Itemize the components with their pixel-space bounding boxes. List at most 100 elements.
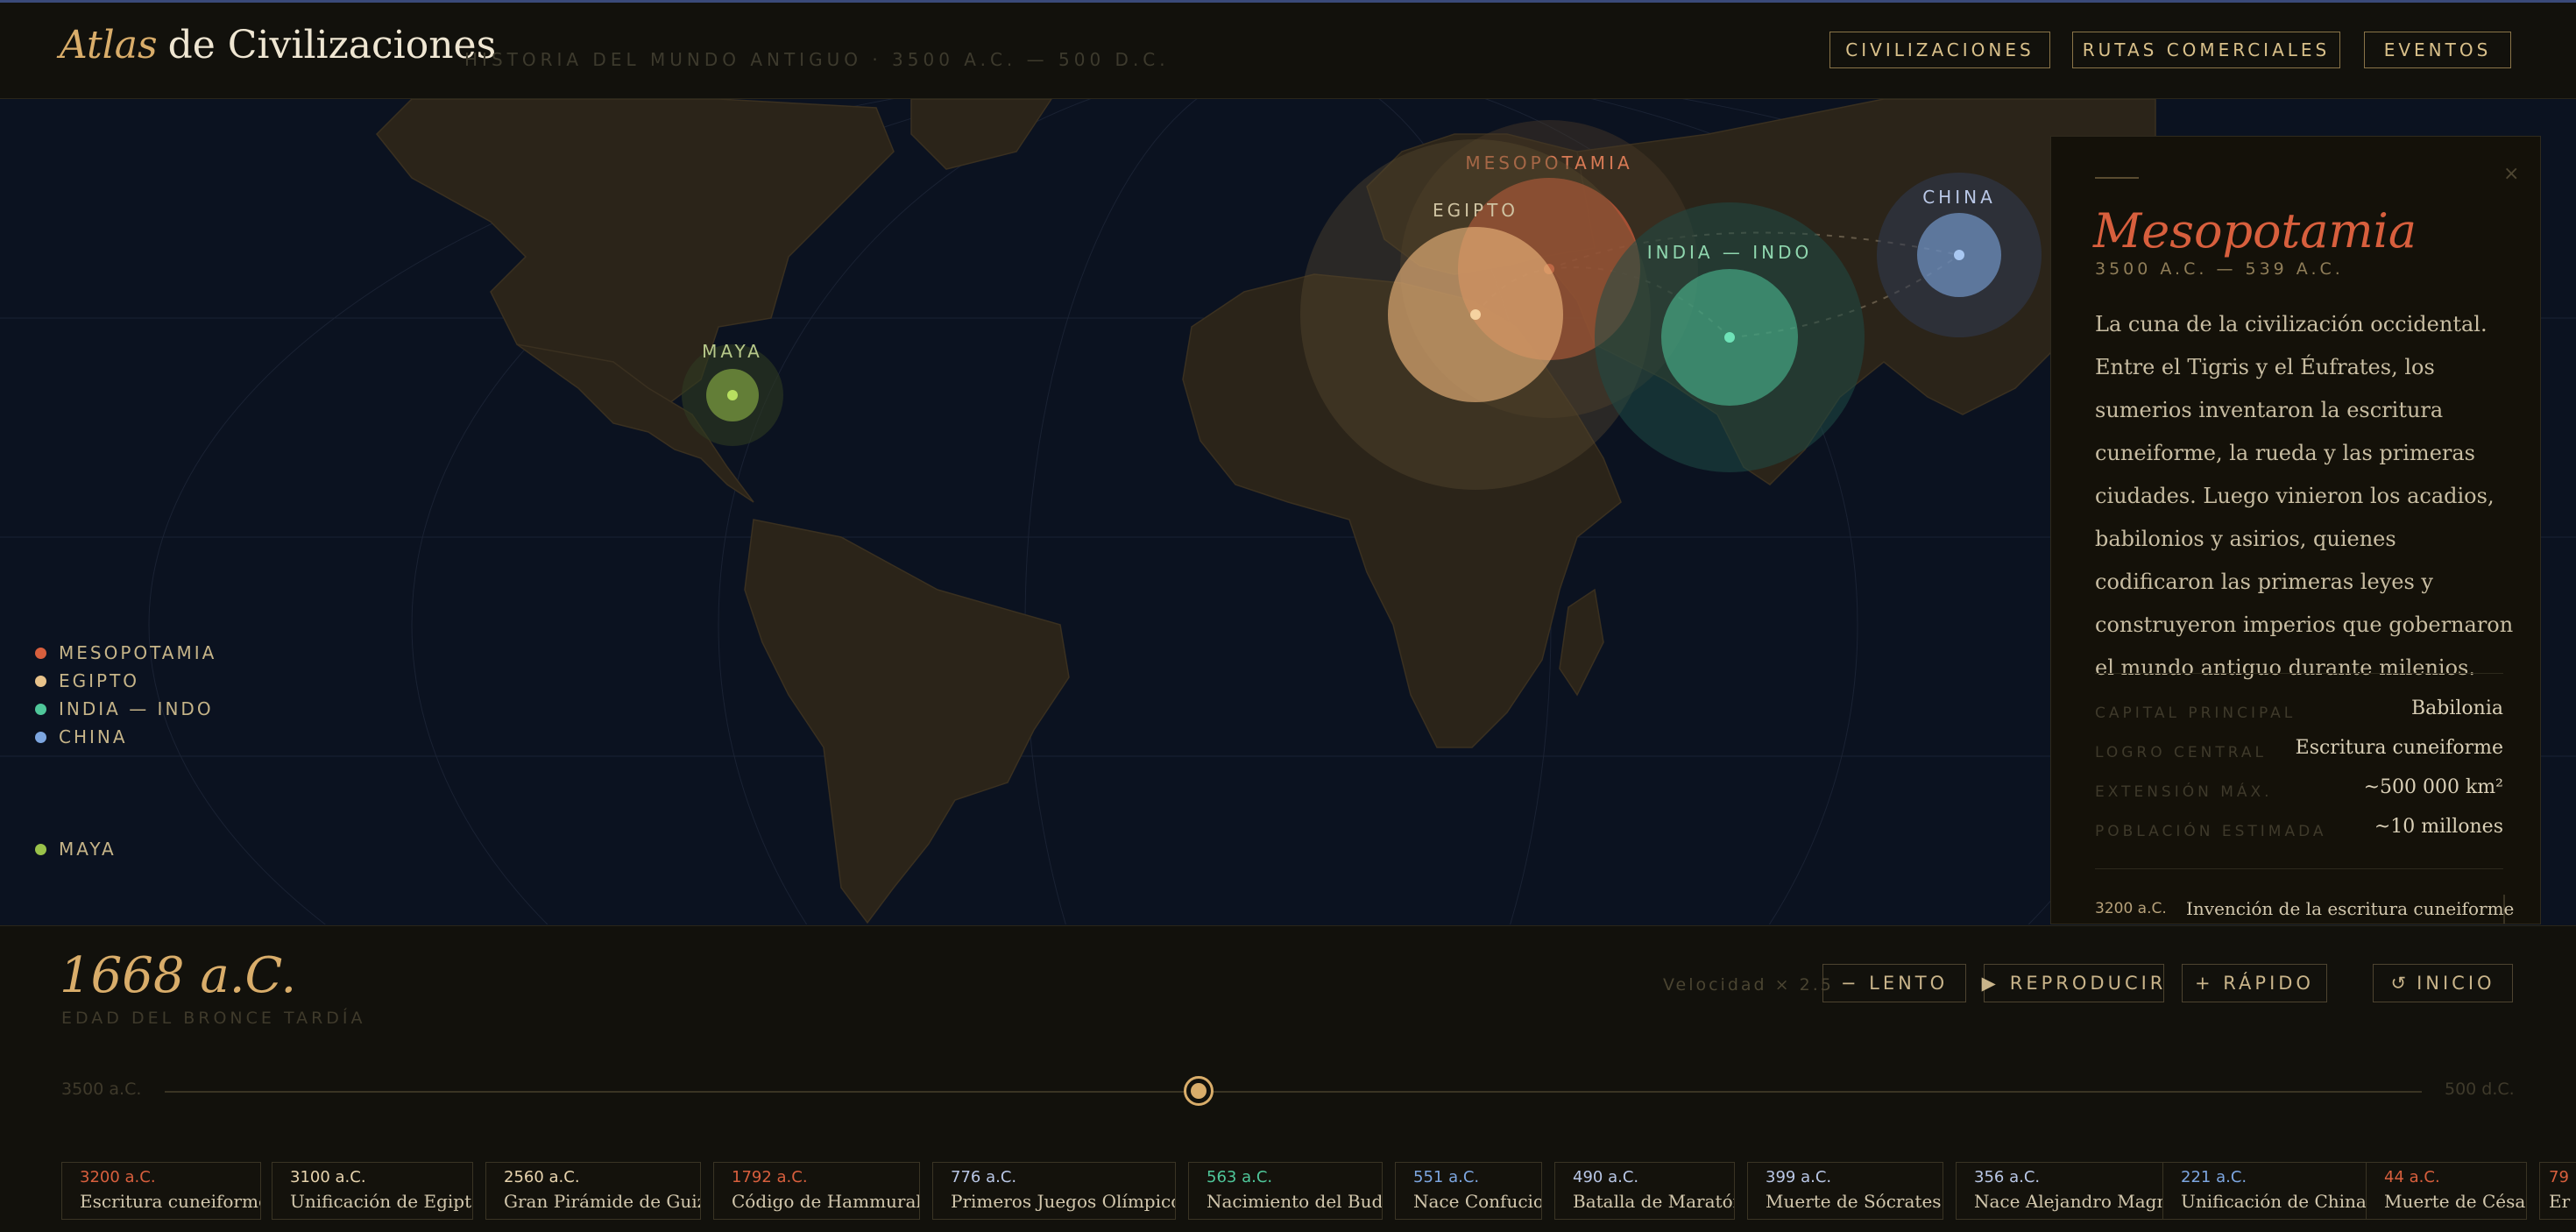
app-header: Atlas de Civilizaciones HISTORIA DEL MUND… xyxy=(0,0,2576,99)
event-card-year: 221 a.C. xyxy=(2181,1168,2247,1186)
stat-value: ~10 millones xyxy=(2374,816,2503,838)
event-card-year: 490 a.C. xyxy=(1573,1168,1639,1186)
playback-controls: 1668 a.C. EDAD DEL BRONCE TARDÍA Velocid… xyxy=(0,925,2576,1041)
event-card-year: 551 a.C. xyxy=(1413,1168,1480,1186)
civ-china[interactable]: CHINA xyxy=(1877,173,2042,337)
event-card-title: Primeros Juegos Olímpicos xyxy=(951,1191,1176,1212)
legend-label: INDIA — INDO xyxy=(59,698,214,719)
stat-value: Escritura cuneiforme xyxy=(2295,737,2503,759)
slow-button[interactable]: − LENTO xyxy=(1822,964,1966,1002)
legend-dot xyxy=(35,647,46,659)
event-card[interactable]: 490 a.C. Batalla de Maratón xyxy=(1554,1162,1735,1220)
event-card-title: Gran Pirámide de Guiza xyxy=(504,1191,701,1212)
event-card[interactable]: 3200 a.C. Escritura cuneiforme xyxy=(61,1162,261,1220)
play-icon: ▶ xyxy=(1981,973,1999,994)
nav-rutas-comerciales-button[interactable]: RUTAS COMERCIALES xyxy=(2072,32,2340,68)
event-card-title: Muerte de César xyxy=(2384,1191,2527,1212)
logo-title: de Civilizaciones xyxy=(167,23,497,67)
logo-atlas: Atlas xyxy=(60,23,158,67)
civ-label-egipto: EGIPTO xyxy=(1433,200,1518,221)
event-card[interactable]: 1792 a.C. Código de Hammurabi xyxy=(713,1162,920,1220)
legend-label: CHINA xyxy=(59,726,128,747)
nav-eventos-button[interactable]: EVENTOS xyxy=(2364,32,2511,68)
event-card-title: Er xyxy=(2549,1191,2571,1212)
fast-button[interactable]: + RÁPIDO xyxy=(2182,964,2327,1002)
timeline-handle-dot xyxy=(1190,1083,1207,1099)
speed-indicator: Velocidad × 2.5 xyxy=(1663,975,1834,995)
event-card[interactable]: 356 a.C. Nace Alejandro Magno xyxy=(1956,1162,2168,1220)
panel-divider xyxy=(2095,673,2503,674)
legend-dot xyxy=(35,843,46,855)
close-icon[interactable]: × xyxy=(2503,163,2519,185)
reset-label: INICIO xyxy=(2417,973,2495,994)
reset-button[interactable]: ↺ INICIO xyxy=(2373,964,2513,1002)
legend-dot xyxy=(35,675,46,687)
legend-item-india[interactable]: INDIA — INDO xyxy=(35,698,214,719)
event-card-year: 2560 a.C. xyxy=(504,1168,580,1186)
reset-icon: ↺ xyxy=(2390,973,2410,994)
event-card[interactable]: 79 Er xyxy=(2539,1162,2576,1220)
stat-capital: CAPITAL PRINCIPAL Babilonia xyxy=(2095,697,2503,733)
panel-accent-line xyxy=(2095,177,2139,179)
civilization-detail-panel: × Mesopotamia 3500 A.C. — 539 A.C. La cu… xyxy=(2050,136,2541,924)
legend-label: MAYA xyxy=(59,839,117,860)
stat-value: Babilonia xyxy=(2410,697,2503,719)
event-card-year: 79 xyxy=(2549,1168,2569,1186)
event-card-year: 563 a.C. xyxy=(1207,1168,1273,1186)
event-card[interactable]: 3100 a.C. Unificación de Egipto xyxy=(272,1162,473,1220)
legend-dot xyxy=(35,703,46,715)
play-label: REPRODUCIR xyxy=(2009,973,2167,994)
app-logo[interactable]: Atlas de Civilizaciones xyxy=(60,23,496,67)
continent-north-america xyxy=(375,99,895,407)
continent-greenland xyxy=(910,99,1052,170)
legend-item-china[interactable]: CHINA xyxy=(35,726,128,747)
event-year: 3200 a.C. xyxy=(2095,900,2167,917)
panel-description: La cuna de la civilización occidental. E… xyxy=(2095,312,2514,680)
stat-label: CAPITAL PRINCIPAL xyxy=(2095,705,2296,722)
event-card-title: Unificación de Egipto xyxy=(290,1191,473,1212)
event-card[interactable]: 551 a.C. Nace Confucio xyxy=(1395,1162,1542,1220)
event-card[interactable]: 2560 a.C. Gran Pirámide de Guiza xyxy=(485,1162,701,1220)
event-card-year: 1792 a.C. xyxy=(732,1168,808,1186)
current-year: 1668 a.C. xyxy=(60,947,297,1004)
event-card-year: 3100 a.C. xyxy=(290,1168,366,1186)
legend-item-maya[interactable]: MAYA xyxy=(35,839,117,860)
legend-label: MESOPOTAMIA xyxy=(59,642,217,663)
timeline-handle[interactable] xyxy=(1183,1076,1214,1106)
event-card-title: Unificación de China xyxy=(2181,1191,2367,1212)
play-button[interactable]: ▶ REPRODUCIR xyxy=(1981,964,2167,1002)
panel-event-item[interactable]: 3200 a.C. Invención de la escritura cune… xyxy=(2095,895,2514,924)
panel-divider xyxy=(2095,868,2503,869)
nav-civilizaciones-button[interactable]: CIVILIZACIONES xyxy=(1829,32,2050,68)
stat-label: EXTENSIÓN MÁX. xyxy=(2095,783,2273,801)
event-card-year: 3200 a.C. xyxy=(80,1168,156,1186)
event-card[interactable]: 399 a.C. Muerte de Sócrates xyxy=(1747,1162,1943,1220)
event-card-title: Muerte de Sócrates xyxy=(1766,1191,1942,1212)
stat-poblacion: POBLACIÓN ESTIMADA ~10 millones xyxy=(2095,816,2503,851)
event-card-title: Batalla de Maratón xyxy=(1573,1191,1735,1212)
event-card-title: Nace Confucio xyxy=(1413,1191,1542,1212)
legend-item-egipto[interactable]: EGIPTO xyxy=(35,670,139,691)
timeline-start-label: 3500 a.C. xyxy=(61,1080,142,1099)
panel-title: Mesopotamia xyxy=(2093,203,2417,258)
event-card-year: 399 a.C. xyxy=(1766,1168,1832,1186)
event-card-year: 44 a.C. xyxy=(2384,1168,2440,1186)
event-card[interactable]: 776 a.C. Primeros Juegos Olímpicos xyxy=(932,1162,1176,1220)
event-card[interactable]: 563 a.C. Nacimiento del Buda xyxy=(1188,1162,1383,1220)
event-card[interactable]: 221 a.C. Unificación de China xyxy=(2162,1162,2369,1220)
legend-item-mesopotamia[interactable]: MESOPOTAMIA xyxy=(35,642,216,663)
event-card-title: Nacimiento del Buda xyxy=(1207,1191,1383,1212)
stat-label: LOGRO CENTRAL xyxy=(2095,744,2267,761)
stat-label: POBLACIÓN ESTIMADA xyxy=(2095,823,2327,840)
legend-label: EGIPTO xyxy=(59,670,140,691)
event-card[interactable]: 44 a.C. Muerte de César xyxy=(2366,1162,2527,1220)
stat-logro: LOGRO CENTRAL Escritura cuneiforme xyxy=(2095,737,2503,772)
civ-label-india: INDIA — INDO xyxy=(1647,242,1813,263)
timeline-track[interactable] xyxy=(165,1091,2422,1093)
civ-india[interactable]: INDIA — INDO xyxy=(1595,202,1865,472)
stat-value: ~500 000 km² xyxy=(2363,776,2503,798)
timeline: 3500 a.C. 500 d.C. 3200 a.C. Escritura c… xyxy=(0,1040,2576,1232)
civ-label-maya: MAYA xyxy=(702,341,763,362)
event-card-year: 356 a.C. xyxy=(1974,1168,2041,1186)
continent-south-america xyxy=(744,519,1070,924)
